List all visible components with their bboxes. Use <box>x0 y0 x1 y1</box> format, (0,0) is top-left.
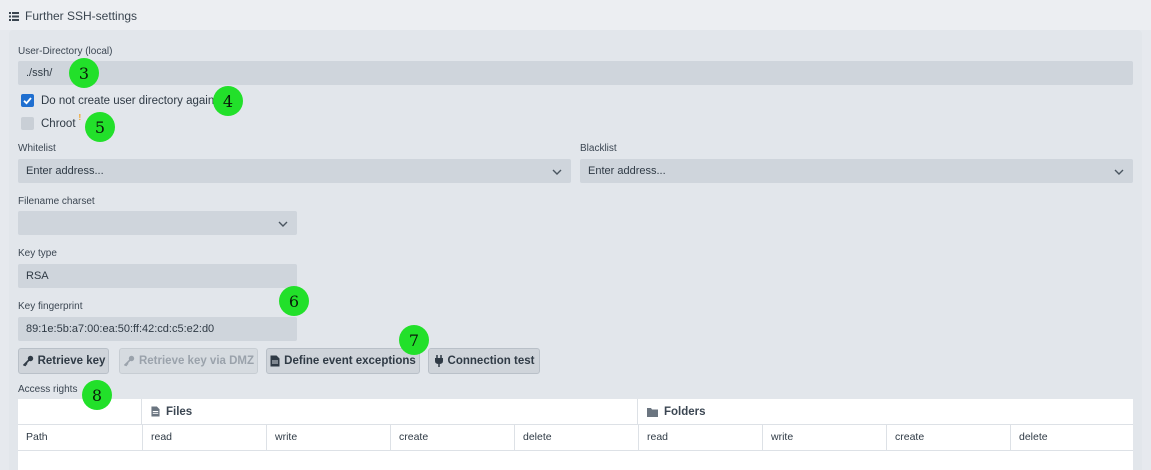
define-event-exceptions-button[interactable]: Define event exceptions <box>266 348 420 374</box>
files-group-header: Files <box>151 399 192 424</box>
chroot-checkbox[interactable]: Chroot ! <box>21 113 85 130</box>
key-type-label: Key type <box>18 248 57 259</box>
key-fingerprint-field: 89:1e:5b:a7:00:ea:50:ff:42:cd:c5:e2:d0 <box>18 317 297 341</box>
col-files-write[interactable]: write <box>266 424 390 450</box>
col-folders-delete-label: delete <box>1019 431 1048 443</box>
whitelist-placeholder: Enter address... <box>26 165 104 177</box>
col-folders-delete[interactable]: delete <box>1010 424 1133 450</box>
column-header-divider <box>18 450 1133 451</box>
col-files-delete[interactable]: delete <box>514 424 638 450</box>
col-files-read[interactable]: read <box>142 424 266 450</box>
user-directory-value: ./ssh/ <box>26 67 53 79</box>
col-files-delete-label: delete <box>523 431 552 443</box>
col-folders-read-label: read <box>647 431 669 443</box>
chevron-down-icon <box>1114 169 1124 175</box>
col-path-label: Path <box>26 431 48 443</box>
checkbox-unchecked-icon <box>21 117 34 130</box>
chevron-down-icon <box>552 169 562 175</box>
plug-icon <box>434 355 443 367</box>
retrieve-key-dmz-button[interactable]: Retrieve key via DMZ <box>119 348 258 374</box>
annotation-marker-7: 7 <box>399 325 429 355</box>
annotation-marker-6: 6 <box>279 286 309 316</box>
panel-title-text: Further SSH-settings <box>25 9 138 23</box>
whitelist-select[interactable]: Enter address... <box>18 159 571 183</box>
files-group-label: Files <box>166 405 193 418</box>
warning-icon: ! <box>78 113 82 122</box>
key-type-value: RSA <box>26 270 49 282</box>
retrieve-key-button[interactable]: Retrieve key <box>18 348 109 374</box>
key-icon <box>123 355 135 367</box>
annotation-marker-3: 3 <box>69 58 99 88</box>
col-folders-create-label: create <box>895 431 925 443</box>
checkbox-checked-icon <box>21 94 34 107</box>
connection-test-button[interactable]: Connection test <box>428 348 540 374</box>
annotation-marker-8: 8 <box>82 380 112 410</box>
define-event-exceptions-label: Define event exceptions <box>284 355 416 367</box>
chroot-label: Chroot <box>41 117 76 130</box>
retrieve-key-label: Retrieve key <box>37 355 106 367</box>
panel-title[interactable]: Further SSH-settings <box>9 9 137 23</box>
annotation-marker-4: 4 <box>213 86 243 116</box>
key-fingerprint-label: Key fingerprint <box>18 301 83 312</box>
key-type-field: RSA <box>18 264 297 288</box>
blacklist-label: Blacklist <box>580 143 617 154</box>
access-rights-label: Access rights <box>18 384 78 395</box>
list-icon <box>9 11 19 21</box>
column-divider <box>141 399 142 424</box>
col-files-create-label: create <box>399 431 429 443</box>
blacklist-select[interactable]: Enter address... <box>580 159 1133 183</box>
folders-group-label: Folders <box>664 405 706 418</box>
charset-select[interactable] <box>18 211 297 235</box>
blacklist-placeholder: Enter address... <box>588 165 666 177</box>
no-create-dir-checkbox[interactable]: Do not create user directory again <box>21 94 214 107</box>
col-files-create[interactable]: create <box>390 424 514 450</box>
col-folders-write[interactable]: write <box>762 424 886 450</box>
connection-test-label: Connection test <box>447 355 535 367</box>
col-files-read-label: read <box>151 431 173 443</box>
file-icon <box>151 406 160 417</box>
key-fingerprint-value: 89:1e:5b:a7:00:ea:50:ff:42:cd:c5:e2:d0 <box>26 323 215 335</box>
user-directory-input[interactable]: ./ssh/ <box>18 61 1133 85</box>
col-folders-read[interactable]: read <box>638 424 762 450</box>
column-divider <box>637 399 638 424</box>
annotation-marker-5: 5 <box>85 112 115 142</box>
no-create-dir-label: Do not create user directory again <box>41 94 215 107</box>
col-files-write-label: write <box>275 431 298 443</box>
folders-group-header: Folders <box>647 399 706 424</box>
folder-icon <box>647 407 658 417</box>
access-rights-table: Files Folders Path read write create del… <box>18 399 1133 470</box>
user-directory-label: User-Directory (local) <box>18 46 113 57</box>
col-path[interactable]: Path <box>18 424 142 450</box>
chevron-down-icon <box>278 221 288 227</box>
whitelist-label: Whitelist <box>18 143 56 154</box>
panel-header: Further SSH-settings <box>0 0 1151 30</box>
col-folders-create[interactable]: create <box>886 424 1010 450</box>
col-folders-write-label: write <box>771 431 794 443</box>
charset-label: Filename charset <box>18 196 95 207</box>
file-icon <box>270 355 280 367</box>
key-icon <box>22 355 33 367</box>
retrieve-key-dmz-label: Retrieve key via DMZ <box>138 355 255 367</box>
